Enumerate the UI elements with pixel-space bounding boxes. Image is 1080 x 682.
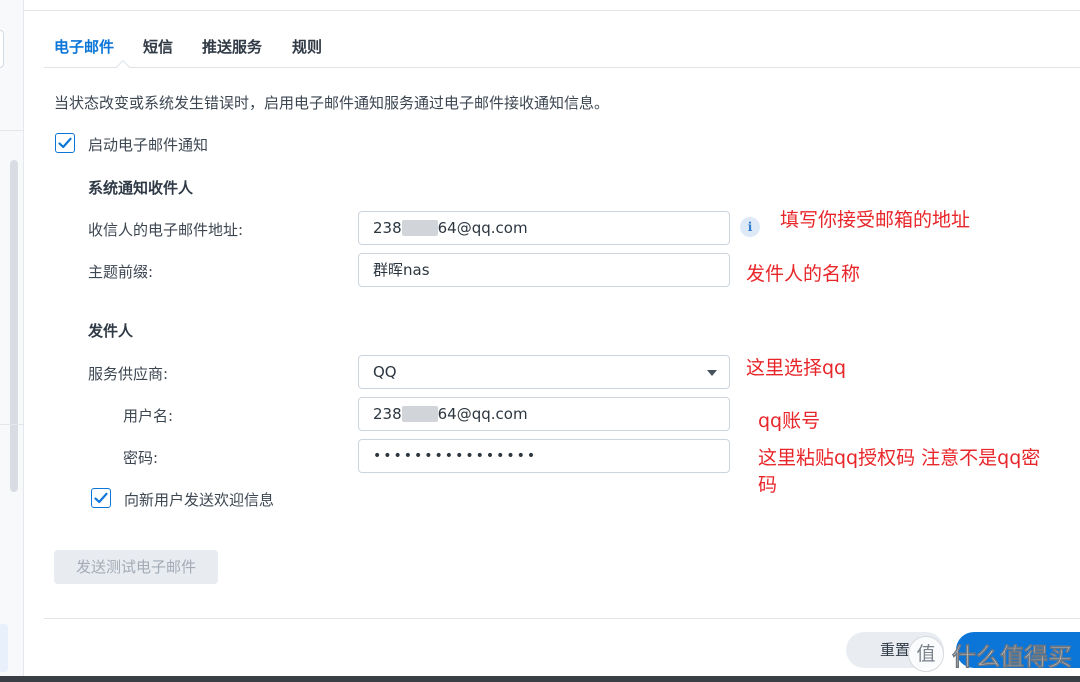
redaction-blur — [401, 406, 438, 422]
annotation-password-line1: 这里粘贴qq授权码 注意不是qq密 — [758, 447, 1041, 469]
watermark-logo: 值 — [908, 636, 944, 672]
top-divider — [24, 10, 1080, 11]
username-prefix: 238 — [373, 405, 402, 423]
password-label: 密码: — [123, 449, 159, 467]
subject-prefix-label: 主题前缀: — [88, 263, 154, 281]
enable-email-label: 启动电子邮件通知 — [88, 136, 209, 154]
send-test-email-button[interactable]: 发送测试电子邮件 — [54, 550, 218, 584]
annotation-account: qq账号 — [758, 410, 821, 432]
password-input[interactable]: •••••••••••••••• — [358, 439, 730, 473]
provider-select[interactable]: QQ — [358, 355, 730, 389]
footer-divider — [44, 618, 1080, 619]
checkmark-icon — [94, 492, 108, 504]
tab-sms[interactable]: 短信 — [143, 36, 173, 57]
sidebar-divider — [0, 130, 24, 131]
left-sidebar — [0, 0, 24, 682]
welcome-message-checkbox[interactable] — [91, 488, 111, 508]
sidebar-selected-item-fragment[interactable] — [0, 624, 8, 672]
recipient-email-input[interactable]: 238 64@qq.com — [358, 211, 730, 245]
chevron-down-icon — [707, 370, 717, 376]
provider-selected-value: QQ — [373, 363, 397, 381]
sidebar-scrollbar[interactable] — [10, 160, 18, 492]
tab-email[interactable]: 电子邮件 — [54, 36, 114, 57]
recipient-email-label: 收信人的电子邮件地址: — [88, 221, 244, 239]
welcome-message-label: 向新用户发送欢迎信息 — [124, 491, 275, 509]
recipient-section-title: 系统通知收件人 — [88, 179, 194, 197]
enable-email-checkbox[interactable] — [55, 133, 75, 153]
active-tab-indicator — [115, 59, 131, 75]
annotation-recipient-email: 填写你接受邮箱的地址 — [780, 209, 971, 231]
bottom-edge — [0, 676, 1080, 682]
sidebar-divider — [0, 424, 24, 425]
annotation-provider: 这里选择qq — [746, 357, 847, 379]
username-input[interactable]: 238 64@qq.com — [358, 397, 730, 431]
annotation-sender-name: 发件人的名称 — [746, 263, 861, 285]
username-suffix: 64@qq.com — [437, 405, 528, 423]
email-prefix: 238 — [373, 219, 402, 237]
tab-bar: 电子邮件 短信 推送服务 规则 — [44, 24, 1080, 75]
email-suffix: 64@qq.com — [437, 219, 528, 237]
redaction-blur — [401, 220, 438, 236]
tab-push-service[interactable]: 推送服务 — [202, 36, 262, 57]
watermark-text: 什么值得买 — [952, 643, 1073, 672]
info-icon[interactable]: i — [740, 217, 760, 237]
annotation-password-line2: 码 — [758, 474, 778, 496]
subject-prefix-input[interactable]: 群晖nas — [358, 253, 730, 287]
sender-section-title: 发件人 — [88, 322, 134, 340]
sidebar-item-fragment[interactable] — [0, 30, 4, 68]
description-text: 当状态改变或系统发生错误时，启用电子邮件通知服务通过电子邮件接收通知信息。 — [54, 94, 610, 112]
username-label: 用户名: — [123, 407, 174, 425]
tab-rules[interactable]: 规则 — [292, 36, 322, 57]
checkmark-icon — [58, 137, 72, 149]
provider-label: 服务供应商: — [88, 365, 169, 383]
